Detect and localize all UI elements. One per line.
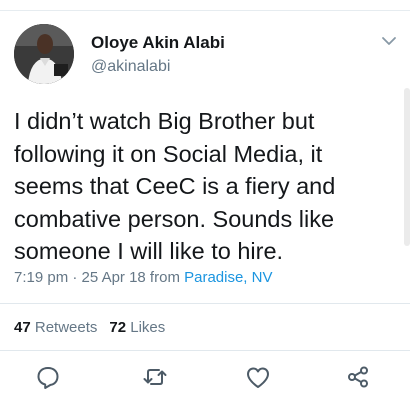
- retweets-count: 47: [14, 319, 31, 336]
- likes-stat[interactable]: 72 Likes: [109, 319, 165, 336]
- tweet-text: I didn’t watch Big Brother but following…: [14, 108, 336, 264]
- tweet-time: 7:19 pm: [14, 269, 69, 286]
- tweet-stats: 47 Retweets 72 Likes: [14, 318, 165, 338]
- top-strip: [0, 0, 410, 12]
- tweet-card: Oloye Akin Alabi @akinalabi I didn’t wat…: [0, 12, 410, 410]
- retweets-stat[interactable]: 47 Retweets: [14, 319, 97, 336]
- meta-separator: ·: [68, 269, 82, 286]
- user-names: Oloye Akin Alabi @akinalabi: [91, 33, 225, 77]
- retweets-label: Retweets: [34, 319, 98, 336]
- chevron-down-icon[interactable]: [380, 34, 398, 48]
- likes-count: 72: [109, 319, 127, 336]
- retweet-icon[interactable]: [140, 362, 170, 392]
- tweet-meta: 7:19 pm · 25 Apr 18 from Paradise, NV: [14, 268, 272, 288]
- action-bar: [0, 362, 410, 392]
- tweet-date: 25 Apr 18: [81, 269, 146, 286]
- top-divider: [0, 10, 410, 11]
- avatar[interactable]: [14, 24, 74, 84]
- user-handle[interactable]: @akinalabi: [91, 57, 225, 77]
- share-icon[interactable]: [343, 362, 373, 392]
- scrollbar[interactable]: [404, 88, 410, 246]
- reply-icon[interactable]: [33, 362, 63, 392]
- likes-label: Likes: [130, 319, 166, 336]
- divider: [0, 350, 410, 351]
- from-label: from: [145, 269, 185, 286]
- display-name[interactable]: Oloye Akin Alabi: [91, 33, 225, 53]
- divider: [0, 303, 410, 304]
- heart-icon[interactable]: [243, 362, 273, 392]
- location-link[interactable]: Paradise, NV: [184, 269, 272, 286]
